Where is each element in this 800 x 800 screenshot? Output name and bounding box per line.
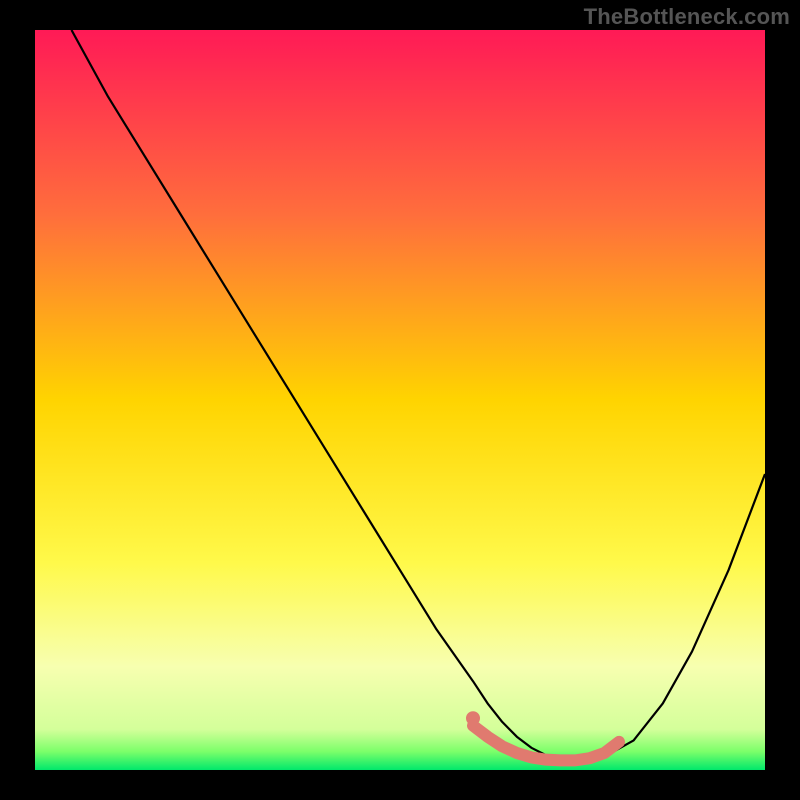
chart-stage: TheBottleneck.com — [0, 0, 800, 800]
chart-svg — [0, 0, 800, 800]
plot-background — [35, 30, 765, 770]
watermark-text: TheBottleneck.com — [584, 4, 790, 30]
